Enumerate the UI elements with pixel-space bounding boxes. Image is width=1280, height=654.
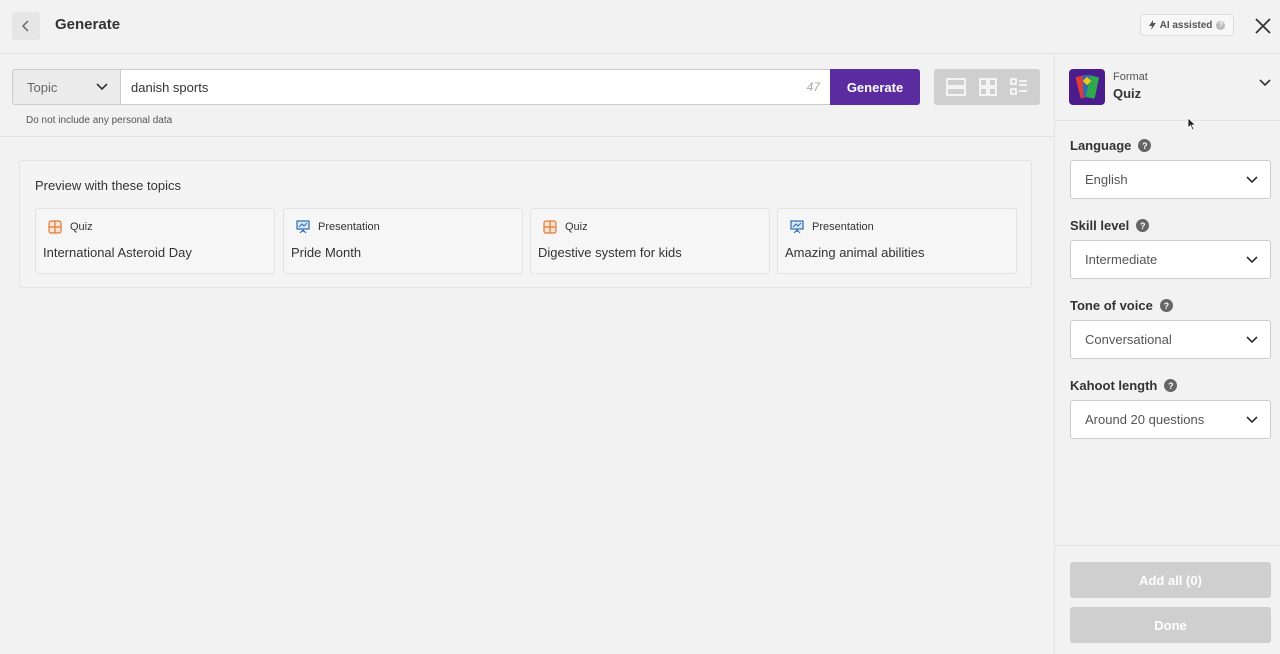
page-title: Generate	[55, 16, 121, 33]
format-selector[interactable]: Format Quiz	[1055, 55, 1280, 121]
ai-assisted-badge[interactable]: AI assisted ?	[1140, 14, 1234, 36]
skill-level-value: Intermediate	[1085, 252, 1158, 267]
view-list-icon[interactable]	[1009, 78, 1028, 96]
kahoot-length-value: Around 20 questions	[1085, 412, 1205, 427]
language-select[interactable]: English	[1070, 160, 1271, 199]
view-toggle-group	[934, 69, 1040, 105]
topic-name: Amazing animal abilities	[785, 245, 925, 260]
topic-name: Pride Month	[291, 245, 362, 260]
topic-type-select[interactable]: Topic	[12, 69, 120, 105]
generate-button[interactable]: Generate	[830, 69, 920, 105]
personal-data-hint: Do not include any personal data	[26, 115, 173, 126]
topic-type-label: Presentation	[318, 221, 380, 233]
skill-level-label: Skill level ?	[1070, 218, 1150, 233]
topic-type-label: Presentation	[812, 221, 874, 233]
chevron-down-icon	[1246, 335, 1258, 343]
mouse-cursor-icon	[1187, 117, 1197, 136]
language-label: Language ?	[1070, 138, 1152, 153]
main-area: Topic danish sports 47 Generate Do not i…	[0, 55, 1054, 654]
chevron-left-icon	[21, 20, 29, 32]
help-icon[interactable]: ?	[1138, 139, 1152, 152]
settings-sidebar: Format Quiz Language ? English Skill lev…	[1054, 55, 1280, 654]
top-bar: Generate AI assisted ?	[0, 0, 1280, 54]
kahoot-length-label: Kahoot length ?	[1070, 378, 1178, 393]
chevron-down-icon	[1246, 175, 1258, 183]
language-value: English	[1085, 172, 1128, 187]
help-icon[interactable]: ?	[1164, 379, 1178, 392]
close-icon	[1255, 18, 1271, 34]
presentation-icon	[295, 219, 311, 235]
back-button[interactable]	[12, 12, 40, 40]
preview-topics-panel: Preview with these topics Quiz Internati…	[19, 160, 1032, 288]
topic-card[interactable]: Quiz International Asteroid Day	[35, 208, 275, 274]
topic-input-band: Topic danish sports 47 Generate Do not i…	[0, 55, 1054, 137]
topic-type-label: Quiz	[70, 221, 93, 233]
kahoot-length-select[interactable]: Around 20 questions	[1070, 400, 1271, 439]
topic-name: Digestive system for kids	[538, 245, 682, 260]
help-icon[interactable]: ?	[1159, 299, 1173, 312]
topic-card[interactable]: Quiz Digestive system for kids	[530, 208, 770, 274]
chevron-down-icon	[1246, 255, 1258, 263]
topic-card[interactable]: Presentation Amazing animal abilities	[777, 208, 1017, 274]
format-value: Quiz	[1113, 86, 1142, 101]
quiz-icon	[542, 219, 558, 235]
add-all-button[interactable]: Add all (0)	[1070, 562, 1271, 598]
topic-card[interactable]: Presentation Pride Month	[283, 208, 523, 274]
topic-input-value: danish sports	[131, 79, 209, 95]
presentation-icon	[789, 219, 805, 235]
quiz-icon	[47, 219, 63, 235]
skill-level-select[interactable]: Intermediate	[1070, 240, 1271, 279]
quiz-format-icon	[1069, 69, 1105, 105]
chevron-down-icon	[1259, 79, 1271, 87]
topic-input[interactable]: danish sports 47	[120, 69, 831, 105]
help-icon: ?	[1216, 20, 1226, 30]
help-icon[interactable]: ?	[1136, 219, 1150, 232]
ai-assisted-label: AI assisted	[1159, 19, 1213, 31]
sidebar-footer-divider	[1055, 545, 1280, 546]
view-rows-icon[interactable]	[946, 78, 967, 96]
topic-name: International Asteroid Day	[43, 245, 192, 260]
format-label: Format	[1113, 71, 1148, 83]
lightning-icon	[1148, 20, 1156, 30]
tone-of-voice-label: Tone of voice ?	[1070, 298, 1173, 313]
chevron-down-icon	[1246, 415, 1258, 423]
preview-title: Preview with these topics	[35, 178, 181, 193]
topic-type-value: Topic	[27, 79, 58, 95]
char-count: 47	[806, 80, 820, 94]
tone-of-voice-value: Conversational	[1085, 332, 1172, 347]
close-button[interactable]	[1250, 13, 1276, 39]
done-button[interactable]: Done	[1070, 607, 1271, 643]
topic-type-label: Quiz	[565, 221, 588, 233]
view-grid-icon[interactable]	[979, 78, 997, 96]
tone-of-voice-select[interactable]: Conversational	[1070, 320, 1271, 359]
chevron-down-icon	[96, 83, 108, 91]
